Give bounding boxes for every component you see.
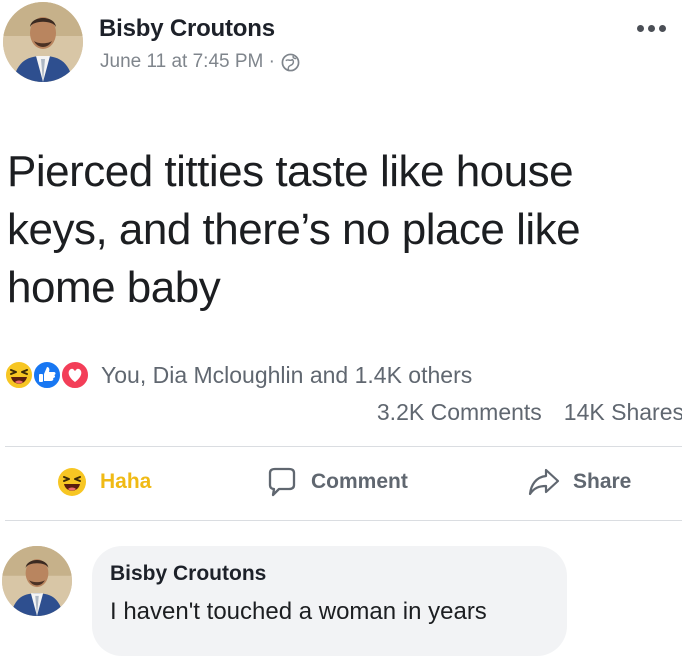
avatar-image [2,546,72,616]
share-label: Share [573,470,632,493]
post-timestamp-row: June 11 at 7:45 PM · [100,50,300,74]
haha-button[interactable]: Haha [56,464,151,500]
comment-row: Bisby Croutons I haven't touched a woman… [0,532,682,656]
reaction-summary[interactable]: You, Dia Mcloughlin and 1.4K others [3,357,472,393]
more-options-dot [647,24,655,32]
haha-icon [58,468,86,496]
more-options-dot [636,24,644,32]
post-action-bar: Haha Comment Share [0,446,682,520]
reaction-icons [3,359,90,391]
love-reaction-icon [60,360,90,390]
author-avatar[interactable] [3,2,83,82]
avatar-image [3,2,83,82]
comment-author-name[interactable]: Bisby Croutons [110,562,266,586]
more-options-icon[interactable] [630,14,672,42]
comment-text: I haven't touched a woman in years [110,598,487,625]
comments-count[interactable]: 3.2K Comments [377,399,542,426]
share-icon [528,468,560,496]
comment-label: Comment [311,470,408,493]
comment-icon [268,467,296,497]
post-author-name[interactable]: Bisby Croutons [99,15,275,43]
haha-label: Haha [100,470,152,493]
post-timestamp[interactable]: June 11 at 7:45 PM · [100,50,275,74]
share-button[interactable]: Share [527,464,631,500]
engagement-counts: 3.2K Comments 14K Shares [377,397,682,427]
action-bar-bottom-divider [5,520,682,521]
comment-author-avatar[interactable] [2,546,72,616]
more-options-dot [658,24,666,32]
post-header: Bisby Croutons June 11 at 7:45 PM · [0,0,682,90]
post-text: Pierced titties taste like house keys, a… [7,147,581,312]
reaction-names[interactable]: You, Dia Mcloughlin and 1.4K others [101,361,472,389]
shares-count[interactable]: 14K Shares [564,399,682,426]
comment-button[interactable]: Comment [265,464,408,500]
comment-bubble: Bisby Croutons I haven't touched a woman… [92,546,567,656]
globe-icon [281,53,300,71]
